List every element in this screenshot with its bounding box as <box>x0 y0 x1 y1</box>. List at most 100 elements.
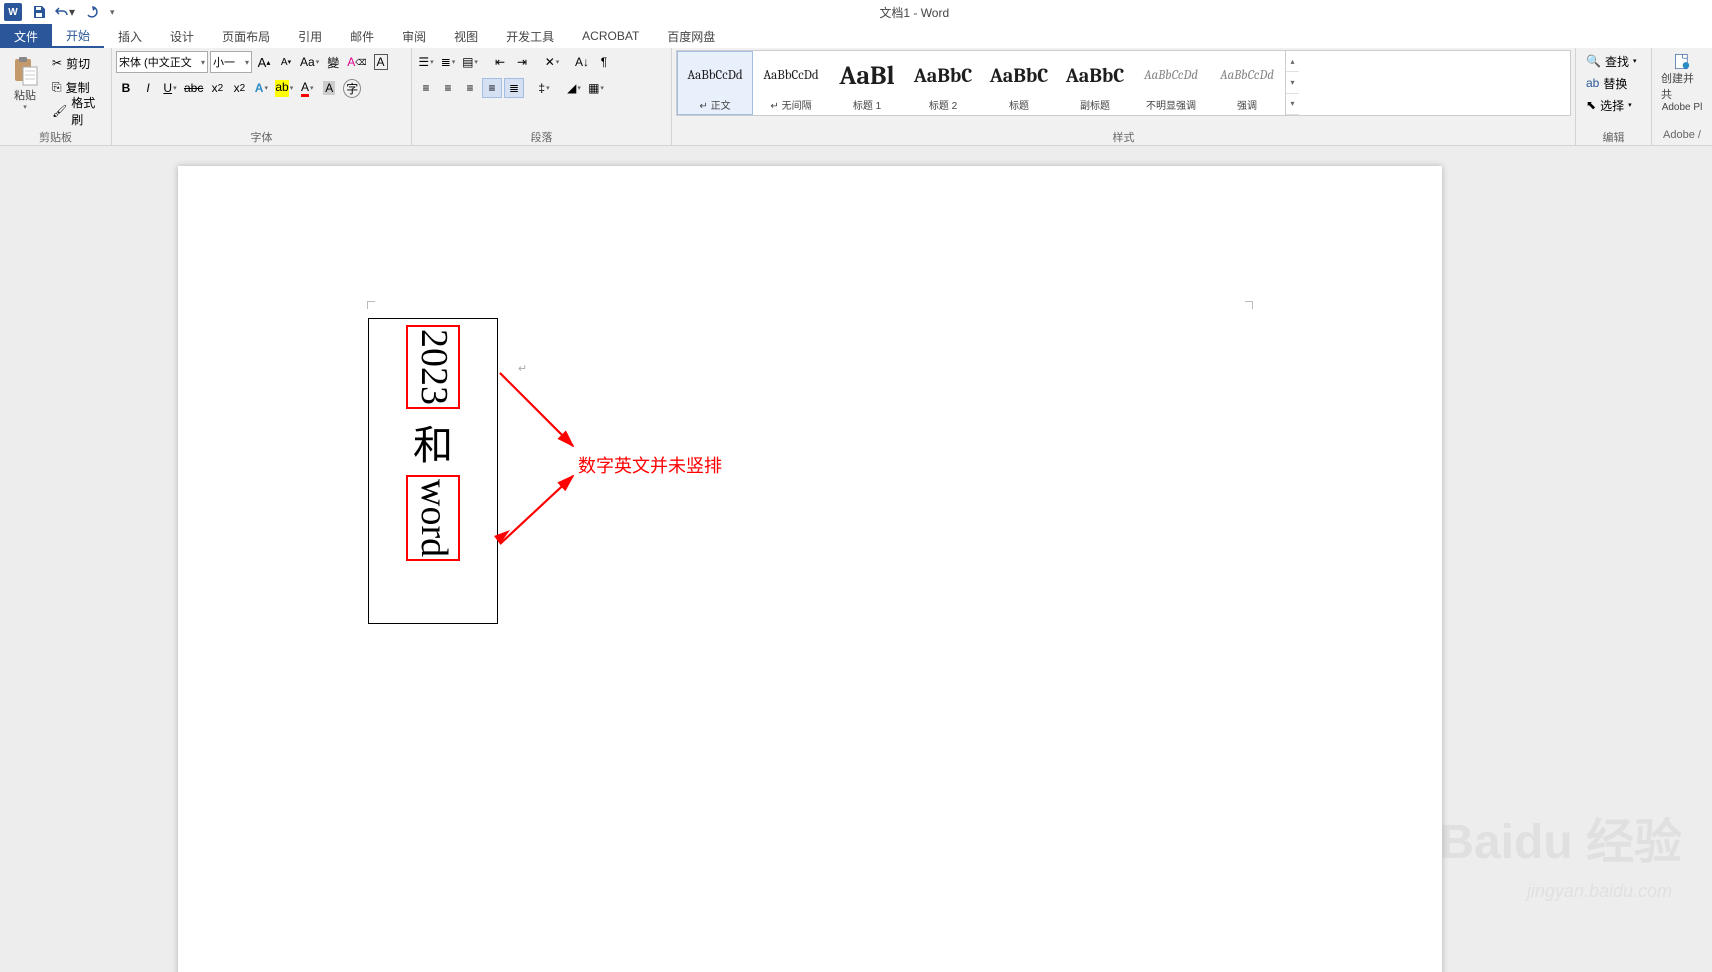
phonetic-guide-button[interactable]: 變 <box>323 52 343 72</box>
numbering-button[interactable]: ≣▾ <box>438 52 458 72</box>
tab-acrobat[interactable]: ACROBAT <box>568 24 653 48</box>
vertical-textbox[interactable]: 2023 和 word <box>368 318 498 624</box>
char-border-button[interactable]: A <box>371 52 391 72</box>
pdf-icon <box>1669 53 1695 70</box>
scissors-icon: ✂ <box>52 56 62 70</box>
text-he[interactable]: 和 <box>413 409 453 475</box>
annotation-arrow-1 <box>488 361 578 451</box>
text-2023[interactable]: 2023 <box>406 325 460 409</box>
tab-file[interactable]: 文件 <box>0 24 52 48</box>
document-area[interactable]: ↵ 2023 和 word 数字英文并未竖排 Baidu 经验 jingyan.… <box>0 146 1712 972</box>
char-shading-button[interactable]: A <box>319 78 339 98</box>
enclose-char-button[interactable]: 字 <box>341 78 363 98</box>
superscript-button[interactable]: x2 <box>229 78 249 98</box>
align-right-button[interactable]: ≡ <box>460 78 480 98</box>
adobe-create-label: 创建并共 <box>1661 70 1703 102</box>
font-name-combo[interactable]: 宋体 (中文正文▾ <box>116 51 208 73</box>
group-paragraph: ☰▾ ≣▾ ▤▾ ⇤ ⇥ ✕▾ A↓ ¶ ≡ ≡ ≡ ≡ ≣ ‡▾ <box>412 48 672 145</box>
bold-button[interactable]: B <box>116 78 136 98</box>
text-word[interactable]: word <box>406 475 460 561</box>
paste-button[interactable]: 粘贴 ▾ <box>4 50 46 116</box>
tab-baidu[interactable]: 百度网盘 <box>653 24 729 48</box>
style-heading1[interactable]: AaBl标题 1 <box>829 51 905 115</box>
bullets-button[interactable]: ☰▾ <box>416 52 436 72</box>
select-button[interactable]: ⬉选择▾ <box>1580 94 1642 116</box>
cut-button[interactable]: ✂ 剪切 <box>46 52 107 74</box>
gallery-more[interactable]: ▾ <box>1286 94 1299 115</box>
strike-button[interactable]: abc <box>182 78 205 98</box>
tab-references[interactable]: 引用 <box>284 24 336 48</box>
style-emphasis[interactable]: AaBbCcDd强调 <box>1209 51 1285 115</box>
line-spacing-button[interactable]: ‡▾ <box>534 78 554 98</box>
group-clipboard: 粘贴 ▾ ✂剪切 ⎘复制 🖌格式刷 剪贴板 <box>0 48 112 145</box>
tab-insert[interactable]: 插入 <box>104 24 156 48</box>
asian-layout-button[interactable]: ✕▾ <box>542 52 562 72</box>
borders-button[interactable]: ▦▾ <box>586 78 606 98</box>
cut-label: 剪切 <box>66 55 90 72</box>
align-left-button[interactable]: ≡ <box>416 78 436 98</box>
styles-group-label: 样式 <box>676 129 1571 145</box>
tab-developer[interactable]: 开发工具 <box>492 24 568 48</box>
tab-layout[interactable]: 页面布局 <box>208 24 284 48</box>
shrink-font-button[interactable]: A▾ <box>276 52 296 72</box>
find-button[interactable]: 🔍查找▾ <box>1580 50 1642 72</box>
word-app-icon[interactable]: W <box>2 1 24 23</box>
clipboard-group-label: 剪贴板 <box>4 129 107 145</box>
gallery-down[interactable]: ▾ <box>1286 72 1299 93</box>
format-painter-button[interactable]: 🖌格式刷 <box>46 100 107 122</box>
change-case-button[interactable]: Aa▾ <box>298 52 321 72</box>
replace-button[interactable]: ab替换 <box>1580 72 1642 94</box>
redo-button[interactable] <box>80 1 102 23</box>
style-title[interactable]: AaBbC标题 <box>981 51 1057 115</box>
decrease-indent-button[interactable]: ⇤ <box>490 52 510 72</box>
qat-customize-dropdown[interactable]: ▾ <box>106 7 119 18</box>
copy-label: 复制 <box>66 79 90 96</box>
title-bar: W ▾ ▾ 文档1 - Word <box>0 0 1712 24</box>
underline-button[interactable]: U▾ <box>160 78 180 98</box>
clear-formatting-button[interactable]: A⌫ <box>345 52 368 72</box>
text-effects-button[interactable]: A▾ <box>251 78 271 98</box>
margin-corner-tl <box>367 301 375 309</box>
tab-review[interactable]: 审阅 <box>388 24 440 48</box>
annotation-arrow-2 <box>488 466 578 556</box>
style-heading2[interactable]: AaBbC标题 2 <box>905 51 981 115</box>
italic-button[interactable]: I <box>138 78 158 98</box>
style-subtle-emphasis[interactable]: AaBbCcDd不明显强调 <box>1133 51 1209 115</box>
style-subtitle[interactable]: AaBbC副标题 <box>1057 51 1133 115</box>
gallery-up[interactable]: ▴ <box>1286 51 1299 72</box>
save-button[interactable] <box>28 1 50 23</box>
font-size-value: 小一 <box>213 54 235 70</box>
gallery-scrollbar: ▴ ▾ ▾ <box>1285 51 1299 115</box>
search-icon: 🔍 <box>1586 54 1601 68</box>
brush-icon: 🖌 <box>52 104 67 118</box>
format-painter-label: 格式刷 <box>71 94 101 128</box>
font-color-button[interactable]: A▾ <box>297 78 317 98</box>
increase-indent-button[interactable]: ⇥ <box>512 52 532 72</box>
paint-bucket-icon: ◢ <box>567 81 576 95</box>
font-group-label: 字体 <box>116 129 407 145</box>
group-editing: 🔍查找▾ ab替换 ⬉选择▾ 编辑 <box>1576 48 1652 145</box>
font-size-combo[interactable]: 小一▾ <box>210 51 252 73</box>
align-center-button[interactable]: ≡ <box>438 78 458 98</box>
page[interactable]: ↵ 2023 和 word 数字英文并未竖排 <box>178 166 1442 972</box>
copy-icon: ⎘ <box>52 80 62 95</box>
tab-design[interactable]: 设计 <box>156 24 208 48</box>
tab-mailings[interactable]: 邮件 <box>336 24 388 48</box>
sort-button[interactable]: A↓ <box>572 52 592 72</box>
show-marks-button[interactable]: ¶ <box>594 52 614 72</box>
cursor-icon: ⬉ <box>1586 98 1596 112</box>
align-justify-button[interactable]: ≡ <box>482 78 502 98</box>
shading-button[interactable]: ◢▾ <box>564 78 584 98</box>
tab-home[interactable]: 开始 <box>52 24 104 48</box>
group-styles: AaBbCcDd↵ 正文 AaBbCcDd↵ 无间隔 AaBl标题 1 AaBb… <box>672 48 1576 145</box>
grow-font-button[interactable]: A▴ <box>254 52 274 72</box>
align-distribute-button[interactable]: ≣ <box>504 78 524 98</box>
tab-view[interactable]: 视图 <box>440 24 492 48</box>
undo-button[interactable]: ▾ <box>54 1 76 23</box>
subscript-button[interactable]: x2 <box>207 78 227 98</box>
highlight-button[interactable]: ab▾ <box>273 78 295 98</box>
style-no-spacing[interactable]: AaBbCcDd↵ 无间隔 <box>753 51 829 115</box>
adobe-create-button[interactable]: 创建并共 Adobe Pl <box>1656 50 1708 116</box>
multilevel-button[interactable]: ▤▾ <box>460 52 480 72</box>
style-normal[interactable]: AaBbCcDd↵ 正文 <box>677 51 753 115</box>
